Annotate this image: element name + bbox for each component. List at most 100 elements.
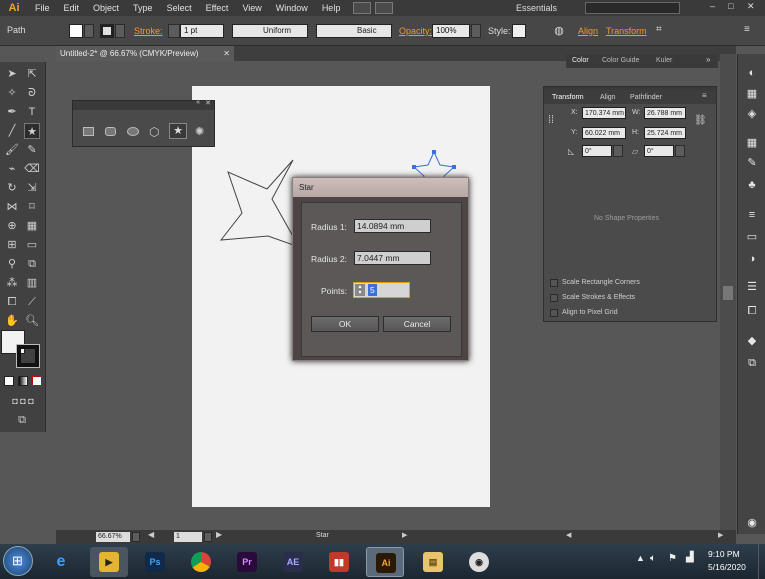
taskbar-recorder[interactable]: ◉ [460, 547, 498, 577]
taskbar-media[interactable]: ▶ [90, 547, 128, 577]
ie-icon: e [56, 553, 66, 570]
y-field[interactable]: 60.022 mm [582, 127, 626, 139]
artboard-number-field[interactable]: 1 [174, 532, 202, 542]
panel-collapse-icon[interactable]: » [706, 55, 710, 64]
stroke-panel-icon[interactable]: ≡ [745, 208, 759, 222]
hscroll-right[interactable]: ▶ [718, 531, 723, 539]
layers-icon[interactable]: ◆ [745, 334, 759, 348]
clock-date[interactable]: 5/16/2020 [708, 562, 746, 572]
panel-menu-icon[interactable]: ≡ [702, 91, 707, 100]
taskbar-chrome[interactable] [182, 547, 220, 577]
radius1-field[interactable]: 14.0894 mm [354, 219, 431, 233]
h-field[interactable]: 25.724 mm [644, 127, 686, 139]
w-label: W: [632, 109, 641, 116]
x-label: X: [571, 109, 578, 116]
current-tool-status: Star [316, 532, 329, 539]
color-guide-icon[interactable]: ▦ [745, 87, 759, 101]
volume-icon[interactable]: 🔈︎ [650, 553, 656, 564]
clock-time[interactable]: 9:10 PM [708, 549, 740, 559]
taskbar-ie[interactable]: e [42, 547, 80, 577]
tab-pathfinder[interactable]: Pathfinder [630, 91, 662, 104]
points-stepper-arrows[interactable]: ▴ ▾ [355, 284, 365, 296]
anchor-point [412, 165, 416, 169]
action-center-icon[interactable]: ⚑ [668, 553, 677, 564]
encoder-icon: ▮▮ [329, 552, 349, 572]
points-label: Points: [321, 286, 347, 296]
taskbar-premiere[interactable]: Pr [228, 547, 266, 577]
network-icon[interactable]: ▟ [686, 552, 694, 563]
shear-icon: ▱ [632, 147, 639, 156]
scale-strokes-checkbox[interactable] [550, 294, 558, 302]
taskbar-media-encoder[interactable]: ▮▮ [320, 547, 358, 577]
transparency-icon[interactable]: ◑ [745, 252, 759, 266]
flare-tool-icon[interactable]: ✺ [195, 125, 204, 138]
start-button[interactable]: ⊞ [3, 546, 33, 576]
brushes-icon[interactable]: ✎ [745, 156, 759, 170]
taskbar-illustrator[interactable]: Ai [366, 547, 404, 577]
anchor-point [432, 150, 436, 154]
scrollbar-thumb[interactable] [723, 286, 733, 300]
color-panel-icon[interactable]: ◐ [745, 66, 759, 80]
rectangle-tool-icon[interactable] [83, 127, 94, 136]
palette-collapse-icon[interactable]: « [196, 99, 200, 106]
expand-dock-icon[interactable]: ◉ [745, 516, 759, 530]
vertical-scrollbar[interactable] [720, 54, 736, 534]
star-dialog: Star Radius 1: 14.0894 mm Radius 2: 7.04… [292, 177, 469, 361]
appearance-icon[interactable]: ☰ [745, 280, 759, 294]
zoom-dropdown[interactable] [132, 532, 140, 542]
shear-dropdown[interactable] [675, 145, 685, 157]
no-shape-properties: No Shape Properties [594, 215, 659, 222]
y-label: Y: [571, 129, 578, 136]
w-field[interactable]: 26.788 mm [644, 107, 686, 119]
h-label: H: [632, 129, 639, 136]
palette-header[interactable]: « ✕ [73, 99, 214, 110]
tab-transform[interactable]: Transform [552, 91, 584, 104]
palette-close-icon[interactable]: ✕ [205, 99, 211, 107]
ae-icon: AE [283, 552, 303, 572]
artboard-nav-next[interactable]: ▶ [216, 530, 222, 539]
tab-kuler[interactable]: Kuler [656, 57, 672, 64]
constrain-proportions-icon[interactable]: ⛓ [694, 115, 707, 126]
taskbar: ⊞ e ▶ Ps Pr AE ▮▮ Ai ▤ ◉ ▲ 🔈︎ ⚑ ▟ 9:10 P… [0, 544, 765, 579]
rotate-field[interactable]: 0° [582, 145, 612, 157]
status-menu-arrow[interactable]: ▶ [402, 531, 407, 539]
align-pixel-grid-checkbox[interactable] [550, 309, 558, 317]
gradient-panel-icon[interactable]: ▭ [745, 230, 759, 244]
reference-point-icon[interactable]: ⁞⁞ [548, 114, 562, 128]
rounded-rectangle-tool-icon[interactable] [105, 127, 116, 136]
tray-expand-icon[interactable]: ▲ [636, 553, 645, 563]
shear-field[interactable]: 0° [644, 145, 674, 157]
scale-strokes-label: Scale Strokes & Effects [562, 294, 636, 301]
scale-rect-corners-checkbox[interactable] [550, 279, 558, 287]
kuler-icon[interactable]: ◈ [745, 107, 759, 121]
artboard-dropdown[interactable] [204, 532, 212, 542]
color-panel-tabs: Color Color Guide Kuler » [566, 54, 718, 68]
show-desktop-button[interactable] [758, 544, 765, 579]
recorder-icon: ◉ [469, 552, 489, 572]
artboard-nav-prev[interactable]: ◀ [148, 530, 154, 539]
dialog-title[interactable]: Star [293, 178, 468, 197]
taskbar-photoshop[interactable]: Ps [136, 547, 174, 577]
zoom-field[interactable]: 66.67% [96, 532, 130, 542]
ellipse-tool-icon[interactable] [127, 127, 139, 136]
taskbar-aftereffects[interactable]: AE [274, 547, 312, 577]
swatches-icon[interactable]: ▦ [745, 136, 759, 150]
tab-color-guide[interactable]: Color Guide [602, 57, 639, 64]
shape-tools-palette: « ✕ ⬡ ★ ✺ [72, 99, 215, 147]
symbols-icon[interactable]: ♣ [745, 178, 759, 192]
taskbar-explorer[interactable]: ▤ [414, 547, 452, 577]
ok-button[interactable]: OK [311, 316, 379, 332]
hscroll-left[interactable]: ◀ [566, 531, 571, 539]
x-field[interactable]: 170.374 mm [582, 107, 626, 119]
tab-color[interactable]: Color [572, 57, 589, 64]
tab-align[interactable]: Align [600, 91, 616, 104]
ps-icon: Ps [145, 552, 165, 572]
polygon-tool-icon[interactable]: ⬡ [149, 125, 159, 139]
radius2-field[interactable]: 7.0447 mm [354, 251, 431, 265]
graphic-styles-icon[interactable]: ⧠ [745, 304, 759, 318]
star-tool-icon[interactable]: ★ [169, 123, 187, 139]
points-stepper[interactable]: ▴ ▾ 5 [353, 282, 410, 298]
rotate-dropdown[interactable] [613, 145, 623, 157]
artboards-icon[interactable]: ⧉ [745, 356, 759, 370]
cancel-button[interactable]: Cancel [383, 316, 451, 332]
